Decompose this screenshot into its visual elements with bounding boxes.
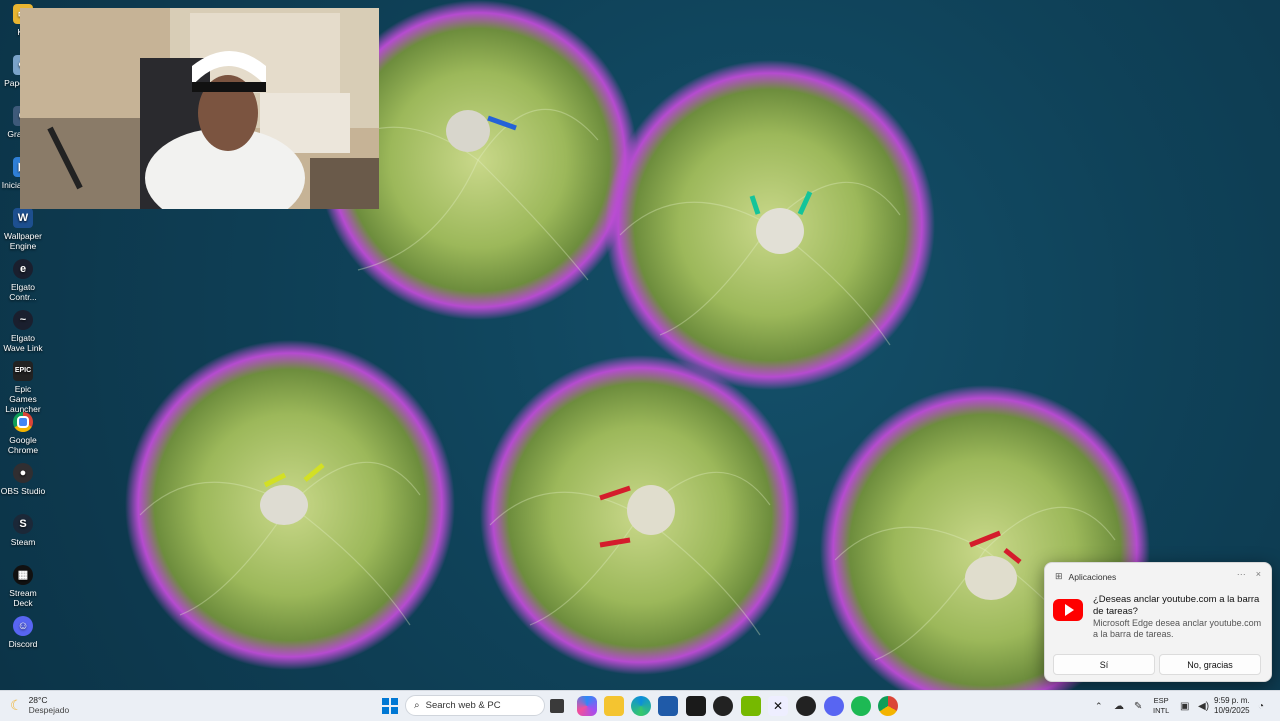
volume-icon[interactable]: ◀) [1198, 696, 1209, 716]
desktop-icon-obs-studio[interactable]: ● OBS Studio [0, 463, 46, 496]
desktop-icon-elgato-control[interactable]: e Elgato Contr... [0, 259, 46, 302]
windows-icon [382, 698, 398, 714]
notification-question: ¿Deseas anclar youtube.com a la barra de… [1093, 594, 1260, 617]
desktop-icon-elgato-wave[interactable]: ~ Elgato Wave Link [0, 310, 46, 353]
close-icon[interactable]: × [1256, 569, 1261, 579]
desktop-icon-stream-deck[interactable]: ▦ Stream Deck [0, 565, 46, 608]
desktop: ▭ KA ♻ Papel reci G Gran Au ▶ Iniciar en… [0, 0, 1280, 690]
notification-detail: Microsoft Edge desea anclar youtube.com … [1093, 618, 1262, 639]
desktop-icon-google-chrome[interactable]: Google Chrome [0, 412, 46, 455]
pin-notification: ⊞ Aplicaciones ··· × ¿Deseas anclar yout… [1044, 562, 1272, 682]
capcut-icon[interactable]: ✕ [768, 696, 788, 716]
weather-temp: 28°C [28, 695, 48, 705]
language-indicator[interactable]: ESP INTL [1153, 696, 1169, 716]
desktop-icon-label: Wallpaper Engine [4, 231, 42, 251]
steam-icon: S [13, 514, 33, 534]
desktop-icon-label: Stream Deck [9, 588, 37, 608]
spotify-icon[interactable] [851, 696, 871, 716]
file-explorer-icon[interactable] [604, 696, 624, 716]
stream-deck-icon: ▦ [13, 565, 33, 585]
copilot-icon[interactable] [577, 696, 597, 716]
terminal-icon[interactable] [686, 696, 706, 716]
desktop-icon-label: Steam [10, 537, 36, 547]
weather-widget[interactable]: ☾ 28°C Despejado [10, 695, 69, 715]
no-thanks-button[interactable]: No, gracias [1159, 654, 1261, 675]
clock-date: 10/9/2025 [1214, 706, 1250, 715]
desktop-icon-label: OBS Studio [0, 486, 46, 496]
pen-icon[interactable]: ✎ [1134, 696, 1142, 716]
more-options-icon[interactable]: ··· [1237, 569, 1246, 579]
layout-label: INTL [1153, 706, 1170, 715]
moon-icon: ☾ [10, 696, 23, 713]
discord-icon: ☺ [13, 616, 33, 636]
wallpaper-engine-icon: W [13, 208, 33, 228]
elgato-icon: e [13, 259, 33, 279]
desktop-icon-label: Elgato Contr... [9, 282, 37, 302]
cloud-icon[interactable]: ☁ [1114, 696, 1124, 716]
weather-desc: Despejado [28, 705, 70, 715]
desktop-icon-wallpaper-engine[interactable]: W Wallpaper Engine [0, 208, 46, 251]
app-red-icon[interactable] [796, 696, 816, 716]
notification-header: ⊞ Aplicaciones [1055, 571, 1116, 582]
store-icon[interactable] [658, 696, 678, 716]
yes-button[interactable]: Sí [1053, 654, 1155, 675]
nvidia-icon[interactable] [741, 696, 761, 716]
task-view-icon[interactable] [550, 699, 564, 713]
language-label: ESP [1153, 696, 1169, 705]
notification-actions: ··· × [1237, 569, 1261, 579]
chevron-up-icon[interactable]: ⌃ [1095, 696, 1103, 716]
network-icon[interactable]: ▣ [1180, 696, 1189, 716]
desktop-icon-label: Discord [8, 639, 38, 649]
webcam-overlay [20, 8, 379, 209]
search-placeholder: Search web & PC [425, 700, 501, 711]
webcam-image [20, 8, 379, 209]
elgato-icon[interactable] [713, 696, 733, 716]
start-button[interactable] [382, 696, 398, 716]
search-icon: ⌕ [414, 700, 420, 711]
search-input[interactable]: ⌕ Search web & PC [405, 695, 545, 716]
discord-icon[interactable] [824, 696, 844, 716]
apps-icon: ⊞ [1055, 571, 1063, 581]
chrome-icon[interactable] [878, 696, 898, 716]
chrome-icon [13, 412, 33, 432]
notification-app-name: Aplicaciones [1068, 571, 1117, 582]
elgato-wave-icon: ~ [13, 310, 33, 330]
youtube-icon [1053, 599, 1083, 621]
desktop-icon-discord[interactable]: ☺ Discord [0, 616, 46, 649]
notification-bell-icon[interactable]: ◔ [1258, 696, 1264, 716]
desktop-icon-label: Google Chrome [7, 435, 39, 455]
epic-games-icon: EPIC [13, 361, 33, 381]
desktop-icon-steam[interactable]: S Steam [0, 514, 46, 547]
clock[interactable]: 9:59 p. m. 10/9/2025 [1214, 696, 1250, 716]
desktop-icon-label: Epic Games Launcher [5, 384, 41, 414]
desktop-icon-epic-games[interactable]: EPIC Epic Games Launcher [0, 361, 46, 414]
desktop-icon-label: Elgato Wave Link [3, 333, 43, 353]
taskbar: ☾ 28°C Despejado ⌕ Search web & PC ✕ ⌃ ☁… [0, 690, 1280, 721]
clock-time: 9:59 p. m. [1214, 696, 1250, 705]
edge-icon[interactable] [631, 696, 651, 716]
obs-icon: ● [13, 463, 33, 483]
